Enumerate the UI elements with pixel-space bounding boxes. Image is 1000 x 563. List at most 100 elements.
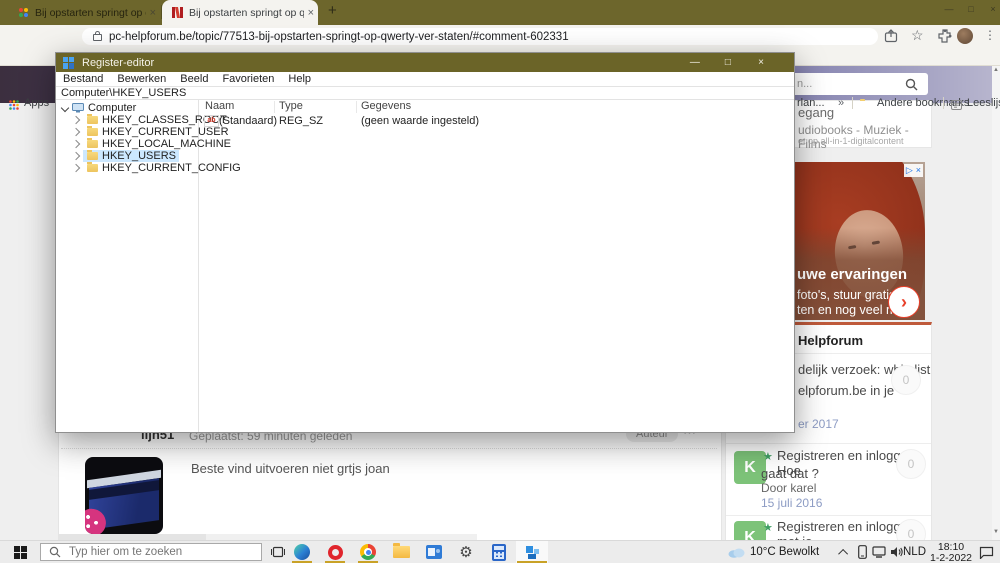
menu-favorieten[interactable]: Favorieten [215,72,281,86]
computer-icon [72,103,84,113]
regedit-maximize-button[interactable]: □ [713,53,743,72]
taskbar-chrome-icon[interactable] [356,541,380,563]
folder-icon [87,140,98,148]
ad-cta-button[interactable]: › [888,286,920,318]
topic-date[interactable]: er 2017 [798,417,839,431]
column-header-gegevens[interactable]: Gegevens [361,100,411,113]
tree-item-computer[interactable]: Computer [56,102,136,114]
chevron-right-icon[interactable] [72,116,80,124]
taskbar-search-box[interactable] [40,543,262,561]
page-scrollbar[interactable] [992,65,1000,540]
taskbar-search-input[interactable] [67,545,241,559]
forum-post-card: lijn51 Geplaatst: 59 minuten geleden Aut… [58,420,722,545]
regedit-menubar: BestandBewerkenBeeldFavorietenHelp [56,72,794,86]
regedit-close-button[interactable]: × [746,53,776,72]
folder-icon [87,128,98,136]
widget-header: Helpforum [798,333,863,348]
new-tab-button[interactable]: + [328,2,337,19]
url-text[interactable]: pc-helpforum.be/topic/77513-bij-opstarte… [109,31,569,43]
topic-date[interactable]: 15 juli 2016 [761,496,822,510]
ad-choices[interactable]: ▷ × [904,164,923,177]
adchoices-icon[interactable]: ▷ [906,165,913,176]
chevron-right-icon[interactable] [72,128,80,136]
tab-title: Bij opstarten springt op qwerty v [189,7,304,19]
window-close-button[interactable]: × [982,4,1000,14]
bookmark-star-icon[interactable]: ☆ [911,27,924,44]
tab-close-icon[interactable]: × [146,7,160,19]
chevron-down-icon[interactable] [61,104,69,112]
taskbar-opera-icon[interactable] [323,541,347,563]
taskbar-regedit-icon[interactable] [520,541,544,563]
star-icon: ★ [763,450,773,463]
cloud-icon [728,546,745,558]
reply-count-badge: 0 [891,365,921,395]
clock-date: 1-2-2022 [927,553,975,563]
start-button[interactable] [8,541,32,563]
address-bar[interactable]: pc-helpforum.be/topic/77513-bij-opstarte… [82,28,878,45]
bookmarks-apps-shortcut[interactable]: Apps [24,94,49,112]
tab-close-icon[interactable]: × [304,7,318,19]
profile-avatar[interactable] [957,28,973,44]
taskbar-mail-icon[interactable] [422,541,446,563]
google-colors-favicon [19,8,29,18]
promo-line3: et op all-in-1-digitalcontent [798,136,904,146]
extensions-puzzle-icon[interactable] [938,29,952,43]
value-data: (geen waarde ingesteld) [361,115,479,127]
divider [61,448,717,449]
reg-sz-icon: ab [204,115,219,127]
share-icon[interactable] [884,29,898,43]
search-icon [49,546,61,558]
reply-count-badge: 0 [896,449,926,479]
taskbar-explorer-icon[interactable] [389,541,413,563]
menu-bewerken[interactable]: Bewerken [110,72,173,86]
chevron-right-icon[interactable] [72,164,80,172]
regedit-app-icon [63,57,75,69]
task-view-icon[interactable] [266,541,290,563]
regedit-tree-pane: Computer HKEY_CLASSES_ROOT HKEY_CURRENT_… [56,100,199,432]
regedit-list-pane: Naam Type Gegevens ab (Standaard) REG_SZ… [199,100,794,432]
weather-widget[interactable]: 10°C Bewolkt [728,541,819,563]
helpforum-favicon [172,7,183,18]
window-minimize-button[interactable]: — [938,4,960,14]
scroll-down-icon[interactable]: ▼ [992,529,1000,535]
regedit-titlebar[interactable]: Register-editor — □ × [56,53,794,72]
taskbar-edge-icon[interactable] [290,541,314,563]
window-maximize-button[interactable]: □ [960,4,982,14]
ad-close-icon[interactable]: × [916,165,921,176]
forum-search-fragment: n... [797,78,812,90]
regedit-minimize-button[interactable]: — [680,53,710,72]
bookmarks-overflow-chevron[interactable]: » [838,94,844,112]
taskbar-clock[interactable]: 18:10 1-2-2022 [927,542,975,563]
action-center-icon[interactable] [974,541,998,563]
lock-icon[interactable] [93,34,102,41]
column-header-type[interactable]: Type [279,100,303,113]
chevron-right-icon[interactable] [72,140,80,148]
scroll-up-icon[interactable]: ▲ [992,67,1000,73]
column-header-naam[interactable]: Naam [205,100,234,113]
tab-inactive[interactable]: Bij opstarten springt op qwerty v × [10,0,160,25]
avatar[interactable] [85,457,163,534]
tree-item-hkey-users-selected[interactable]: HKEY_USERS [56,150,179,162]
language-indicator[interactable]: NLD [903,541,926,563]
taskbar-calculator-icon[interactable] [487,541,511,563]
taskbar-settings-gear-icon[interactable]: ⚙ [454,541,478,563]
tab-active[interactable]: Bij opstarten springt op qwerty v × [162,0,318,25]
apps-grid-icon[interactable] [9,100,19,110]
menu-help[interactable]: Help [281,72,318,86]
regedit-title: Register-editor [82,57,154,69]
ad-line1: foto's, stuur gratis [797,288,895,302]
reading-list-button[interactable]: Leeslijst [967,94,1000,112]
chevron-right-icon[interactable] [72,152,80,160]
browser-menu-kebab-icon[interactable]: ⋮ [984,28,996,42]
weather-text: 10°C Bewolkt [750,546,819,558]
topic-title-line[interactable]: gaat dat ? [761,466,819,481]
tab-bar: Bij opstarten springt op qwerty v × Bij … [0,0,1000,25]
registry-value-row[interactable]: ab (Standaard) REG_SZ (geen waarde inges… [199,115,794,127]
star-icon: ★ [763,521,773,534]
forum-search-box[interactable]: n... [788,73,928,95]
topic-title-line[interactable]: elpforum.be in je [798,383,894,398]
menu-bestand[interactable]: Bestand [56,72,110,86]
regedit-address-bar[interactable]: Computer\HKEY_USERS [56,86,794,100]
bookmark-item-clipped[interactable]: rlan... [797,94,825,112]
menu-beeld[interactable]: Beeld [173,72,215,86]
